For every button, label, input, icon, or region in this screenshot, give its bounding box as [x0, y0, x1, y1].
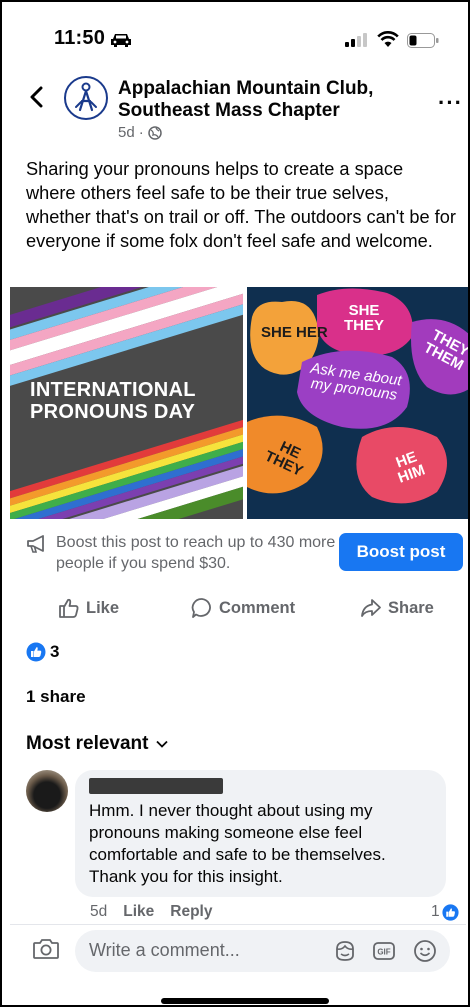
commenter-avatar[interactable] [26, 770, 68, 812]
share-button[interactable]: Share [360, 596, 434, 620]
boost-text: Boost this post to reach up to 430 more … [56, 534, 336, 572]
comment-placeholder: Write a comment... [89, 940, 240, 960]
share-count[interactable]: 1 share [26, 687, 86, 707]
comment-input[interactable]: Write a comment... GIF [75, 930, 450, 972]
screen-frame: 11:50 Appalachian Mountain Club, Southea… [0, 0, 470, 1007]
comment-text: Hmm. I never thought about using my pron… [89, 801, 386, 886]
reaction-count: 3 [50, 642, 60, 661]
reaction-summary[interactable]: 3 [26, 642, 59, 662]
image-title: INTERNATIONAL PRONOUNS DAY [30, 379, 196, 423]
redacted-commenter-name [89, 778, 223, 794]
comment-like-count[interactable]: 1 [431, 903, 459, 921]
comment-label: Comment [219, 598, 296, 617]
boost-post-button[interactable]: Boost post [339, 533, 463, 571]
meta-separator: · [138, 124, 144, 141]
like-reaction-icon [442, 903, 459, 921]
comment-age: 5d [90, 903, 108, 920]
chevron-down-icon [156, 740, 169, 748]
speech-bubble-icon [191, 598, 211, 618]
divider [10, 924, 466, 925]
hiker-logo-icon [75, 82, 97, 112]
bubble-she-they: SHE THEY [343, 302, 384, 334]
comment-like-button[interactable]: Like [123, 903, 154, 921]
comment-meta: 5d Like Reply [90, 903, 212, 921]
battery-icon [407, 33, 439, 48]
emoji-icon[interactable] [413, 939, 437, 963]
more-options-button[interactable]: ··· [438, 90, 463, 116]
filter-label: Most relevant [26, 733, 149, 754]
comment-reply-button[interactable]: Reply [170, 903, 212, 921]
like-reaction-icon [26, 642, 46, 662]
share-label: Share [388, 598, 434, 617]
gif-icon[interactable]: GIF [372, 939, 396, 963]
comment-bubble: Hmm. I never thought about using my pron… [75, 770, 446, 897]
signal-icon [345, 33, 367, 47]
wifi-icon [377, 30, 399, 47]
svg-text:GIF: GIF [377, 948, 390, 957]
status-bar: 11:50 [2, 20, 468, 56]
pronoun-bubbles-graphic: SHE HER SHE THEY THEY THEM Ask me about … [247, 287, 468, 519]
post-image[interactable]: INTERNATIONAL PRONOUNS DAY SHE HER SHE T… [10, 287, 468, 519]
pronouns-day-graphic: INTERNATIONAL PRONOUNS DAY [10, 287, 243, 519]
globe-icon [147, 125, 162, 140]
camera-icon[interactable] [32, 937, 60, 961]
status-time: 11:50 [54, 27, 106, 49]
back-arrow-icon[interactable] [28, 86, 46, 108]
megaphone-icon [27, 535, 44, 553]
post-age: 5d [118, 124, 135, 141]
like-label: Like [86, 598, 120, 617]
comment-like-number: 1 [431, 903, 440, 920]
page-name[interactable]: Appalachian Mountain Club, Southeast Mas… [118, 78, 408, 122]
thumbs-up-icon [59, 598, 79, 618]
home-indicator[interactable] [161, 998, 329, 1004]
comment-button[interactable]: Comment [191, 596, 295, 620]
page-avatar[interactable] [64, 76, 108, 120]
like-button[interactable]: Like [58, 596, 119, 620]
car-icon [111, 34, 131, 47]
share-arrow-icon [361, 599, 381, 617]
comment-filter-dropdown[interactable]: Most relevant [26, 733, 169, 755]
bubble-she-her: SHE HER [261, 324, 328, 341]
post-meta: 5d · [118, 124, 162, 141]
avatar-sticker-icon[interactable] [333, 939, 357, 963]
post-text: Sharing your pronouns helps to create a … [26, 159, 456, 251]
